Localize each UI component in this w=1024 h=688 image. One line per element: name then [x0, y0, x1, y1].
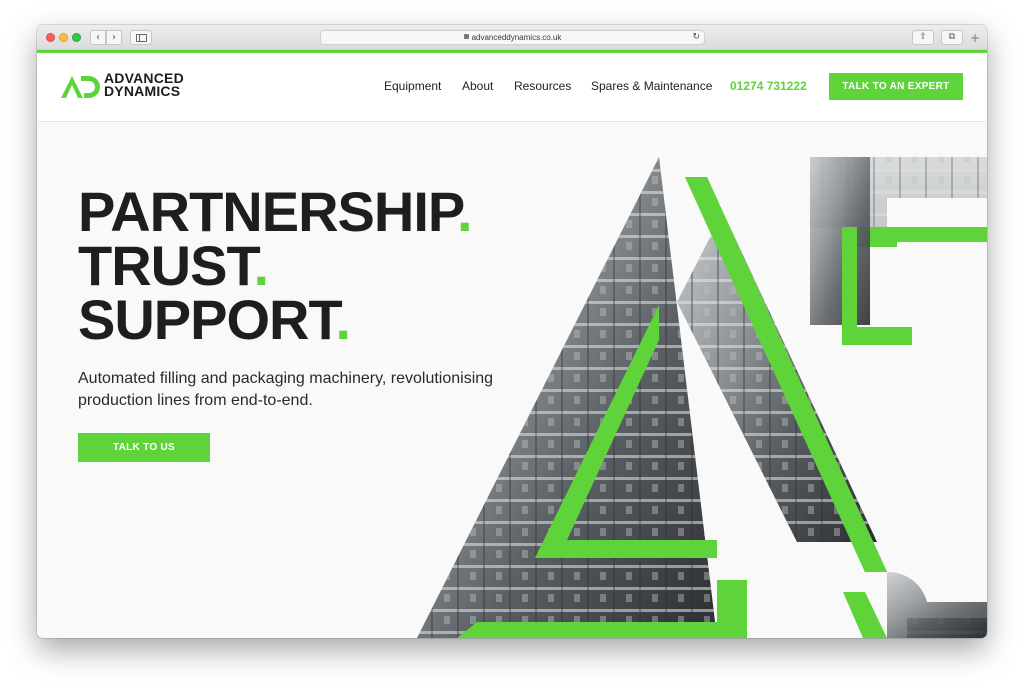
maximize-window-button[interactable] — [72, 33, 81, 42]
forward-arrow-icon[interactable]: › — [106, 30, 122, 45]
browser-window: ‹ › advanceddynamics.co.uk ↻ ⇧ ⧉ + ADVAN… — [37, 25, 987, 638]
nav-equipment[interactable]: Equipment — [384, 79, 441, 93]
reload-icon[interactable]: ↻ — [692, 31, 700, 44]
logo-line-2: DYNAMICS — [104, 83, 181, 99]
headline-dot: . — [335, 288, 352, 351]
logo-wordmark: ADVANCED DYNAMICS — [104, 71, 184, 99]
headline-partnership: PARTNERSHIP. — [78, 184, 473, 240]
sidebar-toggle-icon[interactable] — [130, 30, 152, 45]
tabs-overview-icon[interactable]: ⧉ — [941, 30, 963, 45]
url-text: advanceddynamics.co.uk — [471, 33, 562, 42]
talk-to-expert-button[interactable]: TALK TO AN EXPERT — [829, 73, 963, 100]
close-window-button[interactable] — [46, 33, 55, 42]
nav-resources[interactable]: Resources — [514, 79, 571, 93]
hero-subtitle: Automated filling and packaging machiner… — [78, 370, 494, 409]
talk-to-us-button[interactable]: TALK TO US — [78, 433, 210, 462]
nav-about[interactable]: About — [462, 79, 493, 93]
headline-word: SUPPORT — [78, 288, 336, 351]
site-header: ADVANCED DYNAMICS Equipment About Resour… — [37, 53, 987, 122]
browser-toolbar: ‹ › advanceddynamics.co.uk ↻ ⇧ ⧉ + — [37, 25, 987, 50]
headline-trust: TRUST. — [78, 238, 269, 294]
lock-icon — [463, 34, 469, 39]
share-icon[interactable]: ⇧ — [912, 30, 934, 45]
headline-dot: . — [457, 180, 473, 243]
new-tab-icon[interactable]: + — [970, 31, 980, 45]
nav-spares-maintenance[interactable]: Spares & Maintenance — [591, 79, 712, 93]
headline-support: SUPPORT. — [78, 292, 351, 348]
address-bar[interactable]: advanceddynamics.co.uk ↻ — [320, 30, 705, 45]
hero-section: PARTNERSHIP. TRUST. SUPPORT. Automated f… — [37, 122, 987, 638]
back-arrow-icon[interactable]: ‹ — [90, 30, 106, 45]
site-logo[interactable]: ADVANCED DYNAMICS — [61, 71, 201, 99]
phone-link[interactable]: 01274 731222 — [730, 79, 807, 93]
minimize-window-button[interactable] — [59, 33, 68, 42]
logo-mark-icon — [61, 76, 100, 98]
